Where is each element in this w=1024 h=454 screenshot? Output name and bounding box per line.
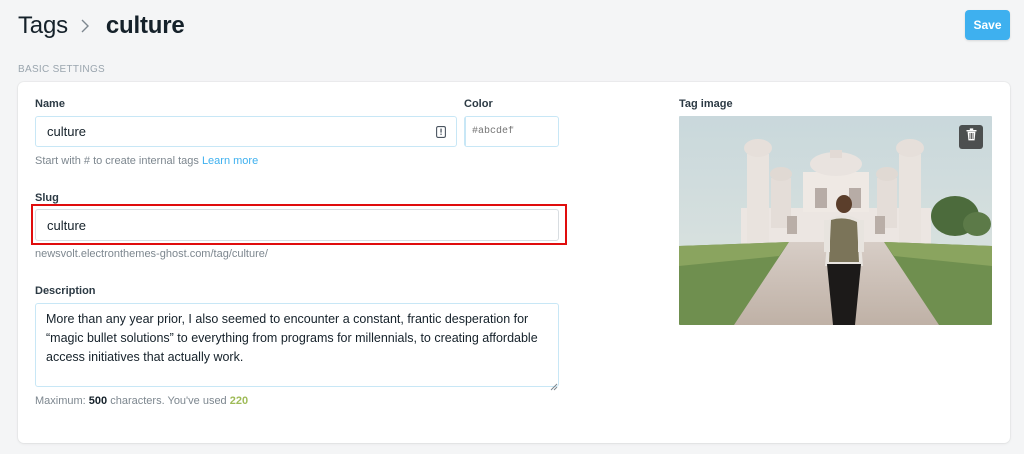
tag-image-label: Tag image	[679, 98, 733, 110]
autofill-icon[interactable]	[436, 125, 446, 138]
breadcrumb-tags-link[interactable]: Tags	[18, 12, 68, 40]
color-hex-input[interactable]	[466, 117, 599, 146]
description-textarea[interactable]: More than any year prior, I also seemed …	[35, 303, 559, 387]
name-hint: Start with # to create internal tags Lea…	[35, 155, 259, 167]
tag-image[interactable]	[679, 116, 992, 325]
used-characters: 220	[229, 395, 249, 407]
learn-more-link[interactable]: Learn more	[202, 155, 258, 167]
page-title: culture	[105, 12, 185, 39]
settings-card: Name Start with # to create internal tag…	[18, 82, 1010, 443]
color-field	[464, 116, 599, 147]
name-label: Name	[35, 98, 65, 110]
color-label: Color	[464, 98, 493, 110]
delete-image-button[interactable]	[959, 125, 983, 149]
character-counter: Maximum: 500 characters. You've used 220	[35, 395, 249, 407]
max-characters: 500	[88, 395, 108, 407]
name-input[interactable]	[35, 116, 457, 147]
slug-url: newsvolt.electronthemes-ghost.com/tag/cu…	[35, 248, 268, 260]
chevron-right-icon	[80, 10, 94, 42]
resize-handle-icon[interactable]	[550, 378, 558, 391]
description-label: Description	[35, 285, 96, 297]
slug-label: Slug	[35, 192, 59, 204]
breadcrumb: Tags culture	[18, 10, 185, 42]
trash-icon	[966, 128, 977, 146]
section-title: BASIC SETTINGS	[18, 64, 105, 75]
save-button[interactable]: Save	[965, 10, 1010, 40]
slug-input[interactable]	[35, 209, 559, 241]
